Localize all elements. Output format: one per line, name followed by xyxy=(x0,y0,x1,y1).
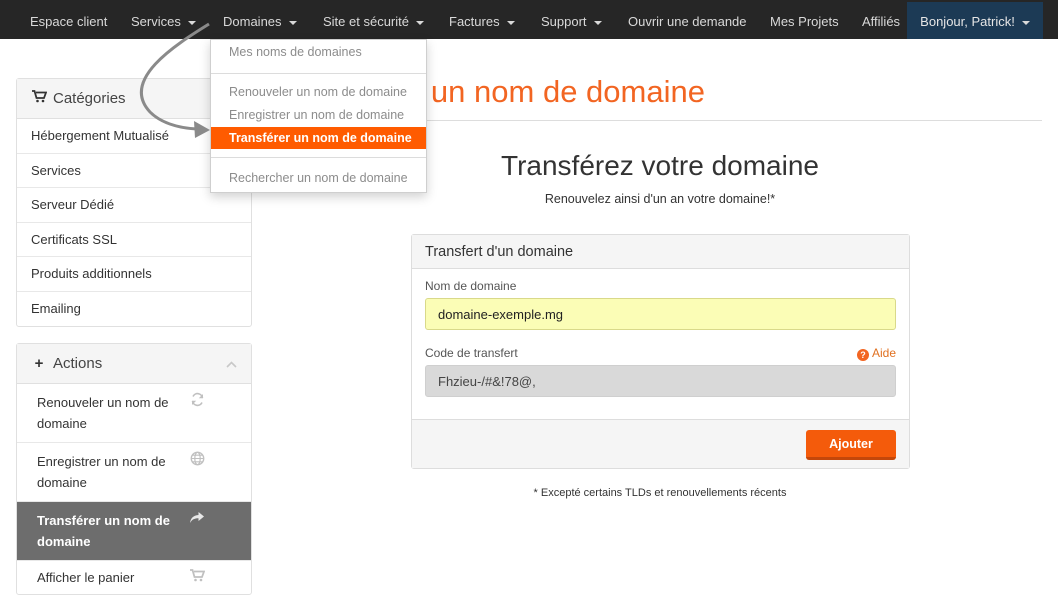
user-menu[interactable]: Bonjour, Patrick! xyxy=(907,2,1043,39)
actions-panel: + Actions Renouveler un nom de domaine En… xyxy=(16,343,252,595)
transfer-panel-title: Transfert d'un domaine xyxy=(412,235,909,269)
nav-label: Domaines xyxy=(223,14,282,29)
category-certificats-ssl[interactable]: Certificats SSL xyxy=(17,223,251,257)
action-transferer[interactable]: Transférer un nom de domaine xyxy=(17,502,251,561)
share-arrow-icon xyxy=(189,510,205,531)
domaines-dropdown-menu: Mes noms de domaines Renouveler un nom d… xyxy=(210,39,427,193)
transfer-form-body: Nom de domaine domaine-exemple.mg Code d… xyxy=(412,269,909,418)
help-label: Aide xyxy=(871,346,896,360)
nav-label: Factures xyxy=(449,14,500,29)
nav-label: Affiliés xyxy=(862,14,901,29)
menu-item-transferer[interactable]: Transférer un nom de domaine xyxy=(211,127,426,149)
cart-icon xyxy=(190,567,206,588)
action-label: Enregistrer un nom de domaine xyxy=(37,454,166,490)
add-button[interactable]: Ajouter xyxy=(806,430,896,460)
actions-title: Actions xyxy=(53,355,103,372)
globe-icon xyxy=(190,451,205,472)
nav-label: Mes Projets xyxy=(770,14,839,29)
transfer-subheading: Renouvelez ainsi d'un an votre domaine!* xyxy=(544,192,776,206)
nav-affilies[interactable]: Affiliés xyxy=(862,0,900,39)
nav-support[interactable]: Support xyxy=(541,0,602,39)
nav-domaines[interactable]: Domaines xyxy=(223,0,297,39)
menu-item-rechercher[interactable]: Rechercher un nom de domaine xyxy=(211,167,426,189)
nav-label: Site et sécurité xyxy=(323,14,409,29)
action-label: Transférer un nom de domaine xyxy=(37,513,170,549)
domain-name-input[interactable]: domaine-exemple.mg xyxy=(425,298,896,330)
menu-divider xyxy=(211,157,426,158)
domain-field-label: Nom de domaine xyxy=(425,279,517,293)
menu-divider xyxy=(211,73,426,74)
menu-item-enregistrer[interactable]: Enregistrer un nom de domaine xyxy=(211,104,426,126)
categories-title: Catégories xyxy=(53,90,126,107)
caret-down-icon xyxy=(187,20,196,25)
action-enregistrer[interactable]: Enregistrer un nom de domaine xyxy=(17,443,251,502)
question-icon: ? xyxy=(856,349,869,361)
help-link[interactable]: ? Aide xyxy=(856,346,896,361)
actions-heading[interactable]: + Actions xyxy=(17,344,251,384)
action-label: Afficher le panier xyxy=(37,570,135,585)
caret-down-icon xyxy=(506,20,515,25)
nav-factures[interactable]: Factures xyxy=(449,0,515,39)
nav-label: Espace client xyxy=(30,14,108,29)
nav-mes-projets[interactable]: Mes Projets xyxy=(770,0,839,39)
category-serveur-dedie[interactable]: Serveur Dédié xyxy=(17,188,251,223)
transfer-form-footer: Ajouter xyxy=(412,419,909,468)
plus-icon: + xyxy=(34,355,44,372)
category-emailing[interactable]: Emailing xyxy=(17,292,251,327)
greeting-label: Bonjour, Patrick! xyxy=(920,14,1015,29)
transfer-heading: Transférez votre domaine xyxy=(501,150,819,181)
menu-item-renouveler[interactable]: Renouveler un nom de domaine xyxy=(211,81,426,103)
nav-espace-client[interactable]: Espace client xyxy=(30,0,107,39)
nav-ouvrir-demande[interactable]: Ouvrir une demande xyxy=(628,0,747,39)
menu-item-mes-noms-de-domaines[interactable]: Mes noms de domaines xyxy=(211,41,426,63)
nav-label: Services xyxy=(131,14,181,29)
footnote: * Excepté certains TLDs et renouvellemen… xyxy=(533,487,787,499)
page-title: r un nom de domaine xyxy=(412,74,705,109)
chevron-up-icon[interactable] xyxy=(226,344,237,384)
caret-down-icon xyxy=(593,20,602,25)
caret-down-icon xyxy=(288,20,297,25)
caret-down-icon xyxy=(1021,20,1030,25)
action-label: Renouveler un nom de domaine xyxy=(37,395,169,431)
action-renouveler[interactable]: Renouveler un nom de domaine xyxy=(17,384,251,443)
refresh-icon xyxy=(190,392,205,413)
nav-label: Support xyxy=(541,14,587,29)
top-navbar: Espace client Services Domaines Site et … xyxy=(0,0,1058,39)
nav-services[interactable]: Services xyxy=(131,0,196,39)
transfer-code-label: Code de transfert xyxy=(425,346,518,360)
transfer-form-panel: Transfert d'un domaine Nom de domaine do… xyxy=(411,234,910,469)
cart-icon xyxy=(31,79,47,119)
caret-down-icon xyxy=(416,20,424,25)
nav-label: Ouvrir une demande xyxy=(628,14,747,29)
action-afficher-panier[interactable]: Afficher le panier xyxy=(17,561,251,594)
category-produits-additionnels[interactable]: Produits additionnels xyxy=(17,257,251,292)
transfer-code-input[interactable]: Fhzieu-/#&!78@, xyxy=(425,365,896,397)
nav-site-securite[interactable]: Site et sécurité xyxy=(323,0,424,39)
